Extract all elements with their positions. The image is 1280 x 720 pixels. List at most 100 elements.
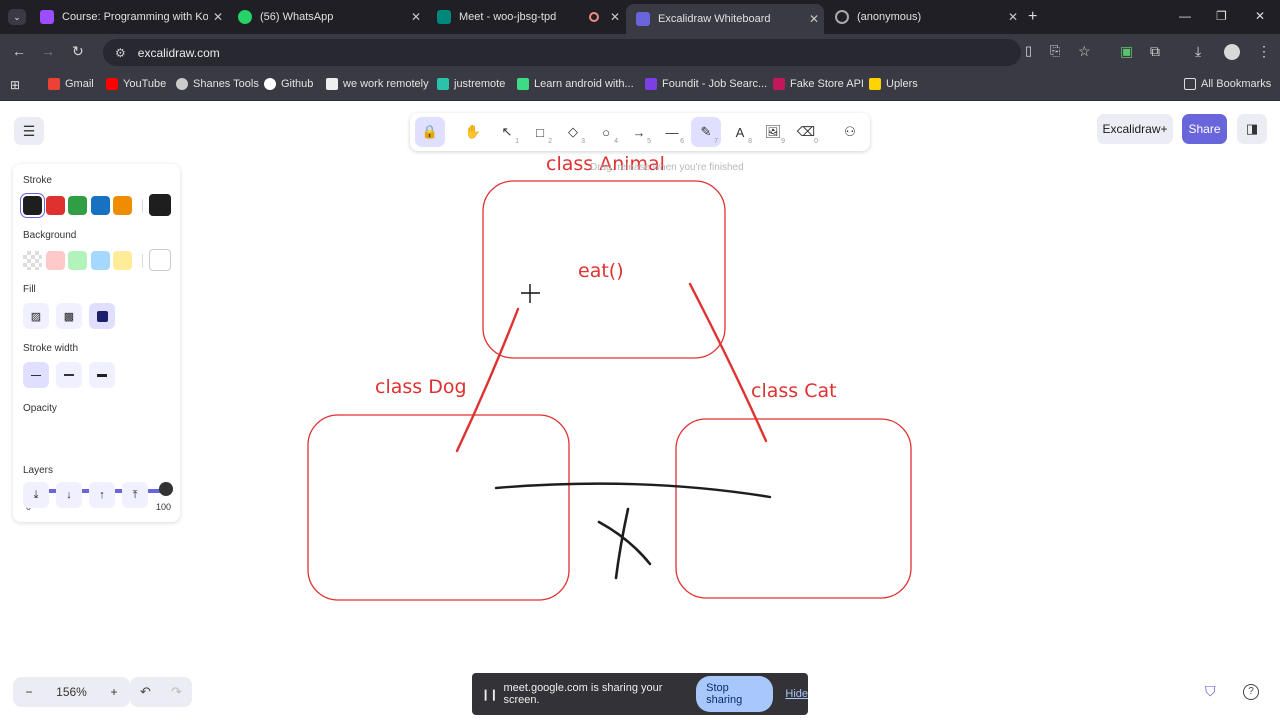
- background-transparent[interactable]: [23, 251, 42, 270]
- label-class-dog[interactable]: class Dog: [375, 376, 467, 398]
- send-to-back-button[interactable]: ⤓: [23, 482, 49, 508]
- label-class-cat[interactable]: class Cat: [751, 380, 837, 402]
- zoom-level[interactable]: 156%: [45, 685, 98, 699]
- stroke-color-green[interactable]: [68, 196, 87, 215]
- page-icon[interactable]: ▯: [1025, 43, 1032, 59]
- restore-icon[interactable]: ❐: [1216, 9, 1227, 23]
- fill-solid-button[interactable]: [89, 303, 115, 329]
- download-icon[interactable]: ⤓: [1195, 43, 1201, 60]
- stroke-color-black[interactable]: [23, 196, 42, 215]
- site-info-icon[interactable]: ⚙: [115, 46, 126, 60]
- tool-image[interactable]: 🖼 9: [758, 117, 788, 147]
- cat-box[interactable]: [675, 418, 912, 599]
- background-color-pink[interactable]: [46, 251, 65, 270]
- excalidraw-plus-button[interactable]: Excalidraw+: [1097, 114, 1173, 144]
- redo-icon[interactable]: ↷: [161, 684, 192, 700]
- foundit-icon: [645, 78, 657, 90]
- share-button[interactable]: Share: [1182, 114, 1227, 144]
- menu-kebab-icon[interactable]: ⋮: [1257, 43, 1271, 60]
- tool-eraser[interactable]: ⌫ 0: [791, 117, 821, 147]
- close-icon[interactable]: ✕: [406, 10, 426, 24]
- tool-arrow[interactable]: → 5: [624, 117, 654, 147]
- library-button[interactable]: ◨: [1237, 114, 1267, 144]
- minimize-icon[interactable]: —: [1179, 9, 1191, 23]
- bookmark-github[interactable]: Github: [264, 78, 313, 90]
- install-app-icon[interactable]: ⎘: [1050, 43, 1060, 59]
- cat-inheritance-line[interactable]: [688, 282, 768, 443]
- excalidraw-canvas[interactable]: class Animal eat() class Dog class Cat D…: [0, 101, 1280, 720]
- stroke-color-red[interactable]: [46, 196, 65, 215]
- send-backward-button[interactable]: ↓: [56, 482, 82, 508]
- profile-avatar[interactable]: [1224, 44, 1240, 60]
- stroke-current-color[interactable]: [149, 194, 171, 216]
- bookmark-uplers[interactable]: Uplers: [869, 78, 918, 90]
- main-menu-button[interactable]: ☰: [14, 117, 44, 145]
- zoom-in-icon[interactable]: +: [98, 685, 130, 699]
- stroke-color-blue[interactable]: [91, 196, 110, 215]
- shield-icon[interactable]: ⛉: [1205, 683, 1216, 700]
- forward-icon[interactable]: →: [41, 43, 55, 59]
- bring-to-front-button[interactable]: ⤒: [122, 482, 148, 508]
- stroke-width-thin-button[interactable]: [23, 362, 49, 388]
- help-icon[interactable]: ?: [1243, 684, 1259, 700]
- new-tab-icon[interactable]: +: [1028, 8, 1037, 26]
- address-bar[interactable]: ⚙ excalidraw.com: [103, 39, 1021, 66]
- tab-anonymous[interactable]: (anonymous) ✕: [825, 4, 1023, 30]
- label-eat-method[interactable]: eat(): [578, 260, 624, 282]
- tool-hand[interactable]: ✋: [458, 117, 488, 147]
- tab-course[interactable]: Course: Programming with Kotl ✕: [30, 4, 228, 30]
- hide-link[interactable]: Hide: [785, 688, 808, 700]
- bookmark-shanes-tools[interactable]: Shanes Tools: [176, 78, 259, 90]
- bookmark-foundit[interactable]: Foundit - Job Searc...: [645, 78, 767, 90]
- black-connector-line[interactable]: [494, 482, 772, 499]
- opacity-slider-thumb[interactable]: [159, 482, 173, 496]
- stop-sharing-button[interactable]: Stop sharing: [696, 676, 774, 712]
- zoom-out-icon[interactable]: −: [13, 685, 45, 699]
- background-color-blue[interactable]: [91, 251, 110, 270]
- reload-icon[interactable]: ↻: [72, 43, 84, 60]
- all-bookmarks[interactable]: All Bookmarks: [1184, 78, 1271, 90]
- bookmark-learn-android[interactable]: Learn android with...: [517, 78, 634, 90]
- background-current-color[interactable]: [149, 249, 171, 271]
- bookmark-youtube[interactable]: YouTube: [106, 78, 166, 90]
- tool-more-tools[interactable]: ⚇: [835, 117, 865, 147]
- fill-hachure-button[interactable]: ▨: [23, 303, 49, 329]
- dog-box[interactable]: [307, 414, 570, 601]
- cross-stroke-1[interactable]: [614, 507, 630, 580]
- stroke-width-extra-bold-button[interactable]: [89, 362, 115, 388]
- background-color-green[interactable]: [68, 251, 87, 270]
- close-icon[interactable]: ✕: [804, 12, 824, 26]
- stroke-color-orange[interactable]: [113, 196, 132, 215]
- tool-lock[interactable]: 🔒: [415, 117, 445, 147]
- star-icon[interactable]: ☆: [1078, 43, 1091, 60]
- apps-icon[interactable]: ⊞: [10, 78, 20, 92]
- tool-rectangle[interactable]: □ 2: [525, 117, 555, 147]
- tool-selection[interactable]: ↖ 1: [492, 117, 522, 147]
- undo-icon[interactable]: ↶: [130, 684, 161, 700]
- tool-diamond[interactable]: ◇ 3: [558, 117, 588, 147]
- extensions-icon[interactable]: ⧉: [1150, 43, 1160, 60]
- tab-search-icon[interactable]: ⌄: [8, 9, 26, 25]
- bookmark-we-work-remotely[interactable]: we work remotely: [326, 78, 429, 90]
- tool-ellipse[interactable]: ○ 4: [591, 117, 621, 147]
- bookmark-justremote[interactable]: justremote: [437, 78, 505, 90]
- bookmark-fake-store-api[interactable]: Fake Store API: [773, 78, 864, 90]
- tool-text[interactable]: A8: [725, 117, 755, 147]
- tab-whatsapp[interactable]: (56) WhatsApp ✕: [228, 4, 426, 30]
- close-icon[interactable]: ✕: [1003, 10, 1023, 24]
- bookmark-gmail[interactable]: Gmail: [48, 78, 94, 90]
- sheets-extension-icon[interactable]: ▣: [1120, 43, 1133, 60]
- tab-excalidraw[interactable]: Excalidraw Whiteboard ✕: [626, 4, 824, 34]
- close-icon[interactable]: ✕: [208, 10, 228, 24]
- close-window-icon[interactable]: ✕: [1255, 9, 1265, 23]
- fill-cross-hatch-button[interactable]: ▩: [56, 303, 82, 329]
- tab-meet[interactable]: Meet - woo-jbsg-tpd ✕: [427, 4, 625, 30]
- background-color-yellow[interactable]: [113, 251, 132, 270]
- tool-line[interactable]: —6: [657, 117, 687, 147]
- bring-forward-button[interactable]: ↑: [89, 482, 115, 508]
- back-icon[interactable]: ←: [12, 43, 26, 59]
- stroke-width-bold-button[interactable]: [56, 362, 82, 388]
- tool-pencil[interactable]: ✎ 7: [691, 117, 721, 147]
- tab-title: (56) WhatsApp: [260, 11, 334, 23]
- close-icon[interactable]: ✕: [605, 10, 625, 24]
